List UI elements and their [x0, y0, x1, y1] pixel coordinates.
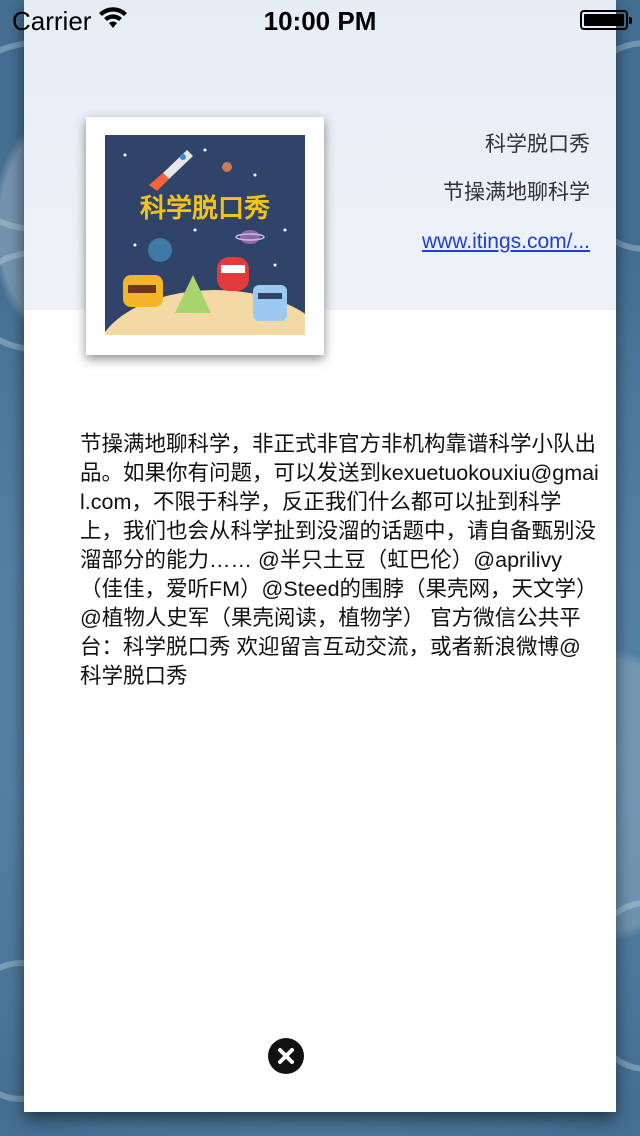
battery-icon	[580, 10, 632, 30]
close-button[interactable]	[268, 1038, 304, 1074]
podcast-title: 科学脱口秀	[485, 133, 590, 156]
status-bar: Carrier 10:00 PM	[0, 0, 640, 40]
podcast-subtitle: 节操满地聊科学	[443, 181, 590, 204]
podcast-cover-image: 科学脱口秀	[105, 135, 305, 335]
podcast-website-link[interactable]: www.itings.com/...	[330, 230, 590, 254]
status-time: 10:00 PM	[263, 6, 377, 36]
podcast-description: 节操满地聊科学，非正式非官方非机构靠谱科学小队出品。如果你有问题，可以发送到ke…	[80, 432, 599, 688]
close-icon	[278, 1048, 294, 1064]
podcast-detail-card: 科学脱口秀 科学脱口秀 节操满地聊科学 www.itings.com/... 节…	[24, 0, 616, 1112]
podcast-cover-frame: 科学脱口秀	[86, 117, 324, 355]
cover-title-text: 科学脱口秀	[140, 193, 270, 224]
